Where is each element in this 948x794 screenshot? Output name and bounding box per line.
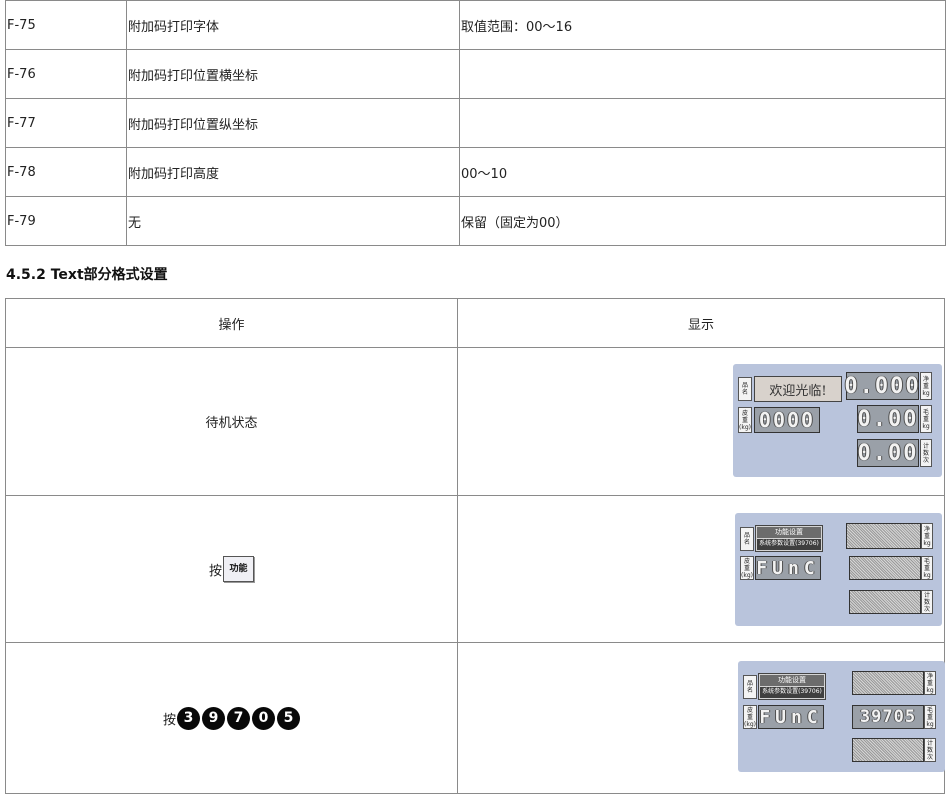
count-readout-blank bbox=[852, 738, 924, 762]
table-row: F-79 无 保留（固定为00） bbox=[5, 196, 946, 246]
function-key-icon: 功能 bbox=[223, 556, 254, 582]
number-key-icon: 7 bbox=[227, 706, 250, 730]
operation-cell: 按 功能 bbox=[5, 495, 458, 643]
param-code: F-76 bbox=[5, 49, 127, 99]
operation-cell: 待机状态 bbox=[5, 347, 458, 496]
function-setting-subtitle: 系统参数设置(39706) bbox=[757, 539, 821, 550]
product-name-label: 品名 bbox=[743, 675, 757, 699]
count-label: 计数次 bbox=[921, 590, 933, 614]
product-name-label: 品名 bbox=[740, 527, 754, 551]
entered-password-readout: 39705 bbox=[852, 705, 924, 729]
table-row: 待机状态 品名 欢迎光临! 0.000 净重 kg 皮重 (kg) 0000 0.0… bbox=[5, 347, 945, 496]
scale-display-panel: 品名 欢迎光临! 0.000 净重 kg 皮重 (kg) 0000 0.00 毛重k… bbox=[733, 364, 942, 477]
param-note bbox=[459, 98, 946, 148]
operation-cell: 按 3 9 7 0 5 bbox=[5, 642, 458, 794]
param-code: F-78 bbox=[5, 147, 127, 197]
press-text: 按 bbox=[162, 712, 176, 728]
gross-weight-label: 毛重 kg bbox=[924, 705, 936, 729]
param-note: 00～10 bbox=[459, 147, 946, 197]
table-header-row: 操作 显示 bbox=[5, 298, 945, 348]
param-code: F-77 bbox=[5, 98, 127, 148]
table-row: F-76 附加码打印位置横坐标 bbox=[5, 49, 946, 99]
param-note: 保留（固定为00） bbox=[459, 196, 946, 246]
gross-weight-readout-blank bbox=[849, 556, 921, 580]
tare-readout: 0000 bbox=[754, 407, 820, 433]
net-weight-label: 净重 kg bbox=[921, 523, 933, 549]
section-heading: 4.5.2 Text部分格式设置 bbox=[6, 267, 168, 283]
function-setting-title: 功能设置 bbox=[757, 527, 821, 538]
net-weight-readout-blank bbox=[852, 671, 924, 695]
number-key-icon: 0 bbox=[252, 706, 275, 730]
parameter-table: F-75 附加码打印字体 取值范围：00～16 F-76 附加码打印位置横坐标 … bbox=[5, 0, 946, 246]
count-readout-blank bbox=[849, 590, 921, 614]
operation-instruction: 按 功能 bbox=[209, 556, 254, 582]
net-weight-readout: 0.000 bbox=[844, 372, 921, 400]
param-code: F-79 bbox=[5, 196, 127, 246]
net-weight-readout-blank bbox=[846, 523, 921, 549]
operation-column-header: 操作 bbox=[5, 298, 458, 348]
param-name: 附加码打印字体 bbox=[126, 0, 460, 50]
scale-display-panel: 品名 功能设置 系统参数设置(39706) 净重 kg 皮重 (kg) FUnC 3… bbox=[738, 661, 945, 772]
net-weight-label: 净重 kg bbox=[920, 372, 932, 400]
tare-label: 皮重 (kg) bbox=[743, 705, 757, 729]
table-row: F-75 附加码打印字体 取值范围：00～16 bbox=[5, 0, 946, 50]
gross-weight-label: 毛重 kg bbox=[920, 405, 932, 433]
table-row: F-78 附加码打印高度 00～10 bbox=[5, 147, 946, 197]
param-name: 附加码打印位置纵坐标 bbox=[126, 98, 460, 148]
display-cell: 品名 欢迎光临! 0.000 净重 kg 皮重 (kg) 0000 0.00 毛重k… bbox=[457, 347, 945, 496]
param-note bbox=[459, 49, 946, 99]
gross-weight-readout: 0.00 bbox=[857, 405, 919, 433]
function-setting-subtitle: 系统参数设置(39706) bbox=[760, 687, 824, 698]
param-name: 无 bbox=[126, 196, 460, 246]
table-row: 按 3 9 7 0 5 品名 功能设置 系统参数设置(39706) 净 重 kg… bbox=[5, 642, 945, 794]
operation-instruction: 按 3 9 7 0 5 bbox=[162, 706, 300, 730]
operation-table: 操作 显示 待机状态 品名 欢迎光临! 0.000 净重 kg 皮重 (kg) 00… bbox=[5, 298, 945, 794]
number-key-icon: 3 bbox=[177, 706, 200, 730]
display-cell: 品名 功能设置 系统参数设置(39706) 净重 kg 皮重 (kg) FUnC 3… bbox=[457, 642, 945, 794]
display-column-header: 显示 bbox=[457, 298, 945, 348]
table-row: 按 功能 品名 功能设置 系统参数设置(39706) 净重kg 皮重(kg) bbox=[5, 495, 945, 643]
press-text: 按 bbox=[208, 563, 222, 579]
count-readout: 0.00 bbox=[857, 439, 919, 467]
count-label: 计数次 bbox=[924, 738, 936, 762]
function-code-readout: FUnC bbox=[758, 705, 824, 729]
function-setting-box: 功能设置 系统参数设置(39706) bbox=[755, 525, 823, 552]
product-name-label: 品名 bbox=[738, 377, 752, 401]
display-cell: 品名 功能设置 系统参数设置(39706) 净重 kg 皮重 (kg) FUnC 毛… bbox=[457, 495, 945, 643]
number-keys: 3 9 7 0 5 bbox=[177, 706, 300, 730]
function-setting-box: 功能设置 系统参数设置(39706) bbox=[758, 673, 826, 700]
param-code: F-75 bbox=[5, 0, 127, 50]
number-key-icon: 5 bbox=[277, 706, 300, 730]
net-weight-label: 净重 kg bbox=[924, 671, 936, 695]
welcome-message: 欢迎光临! bbox=[754, 376, 842, 402]
tare-label: 皮重 (kg) bbox=[740, 556, 754, 580]
gross-weight-label: 毛重 kg bbox=[921, 556, 933, 580]
table-row: F-77 附加码打印位置纵坐标 bbox=[5, 98, 946, 148]
param-name: 附加码打印位置横坐标 bbox=[126, 49, 460, 99]
number-key-icon: 9 bbox=[202, 706, 225, 730]
param-note: 取值范围：00～16 bbox=[459, 0, 946, 50]
count-label: 计数次 bbox=[920, 439, 932, 467]
param-name: 附加码打印高度 bbox=[126, 147, 460, 197]
function-setting-title: 功能设置 bbox=[760, 675, 824, 686]
tare-label: 皮重 (kg) bbox=[738, 407, 752, 433]
scale-display-panel: 品名 功能设置 系统参数设置(39706) 净重 kg 皮重 (kg) FUnC 毛… bbox=[735, 513, 942, 626]
function-code-readout: FUnC bbox=[755, 556, 821, 580]
